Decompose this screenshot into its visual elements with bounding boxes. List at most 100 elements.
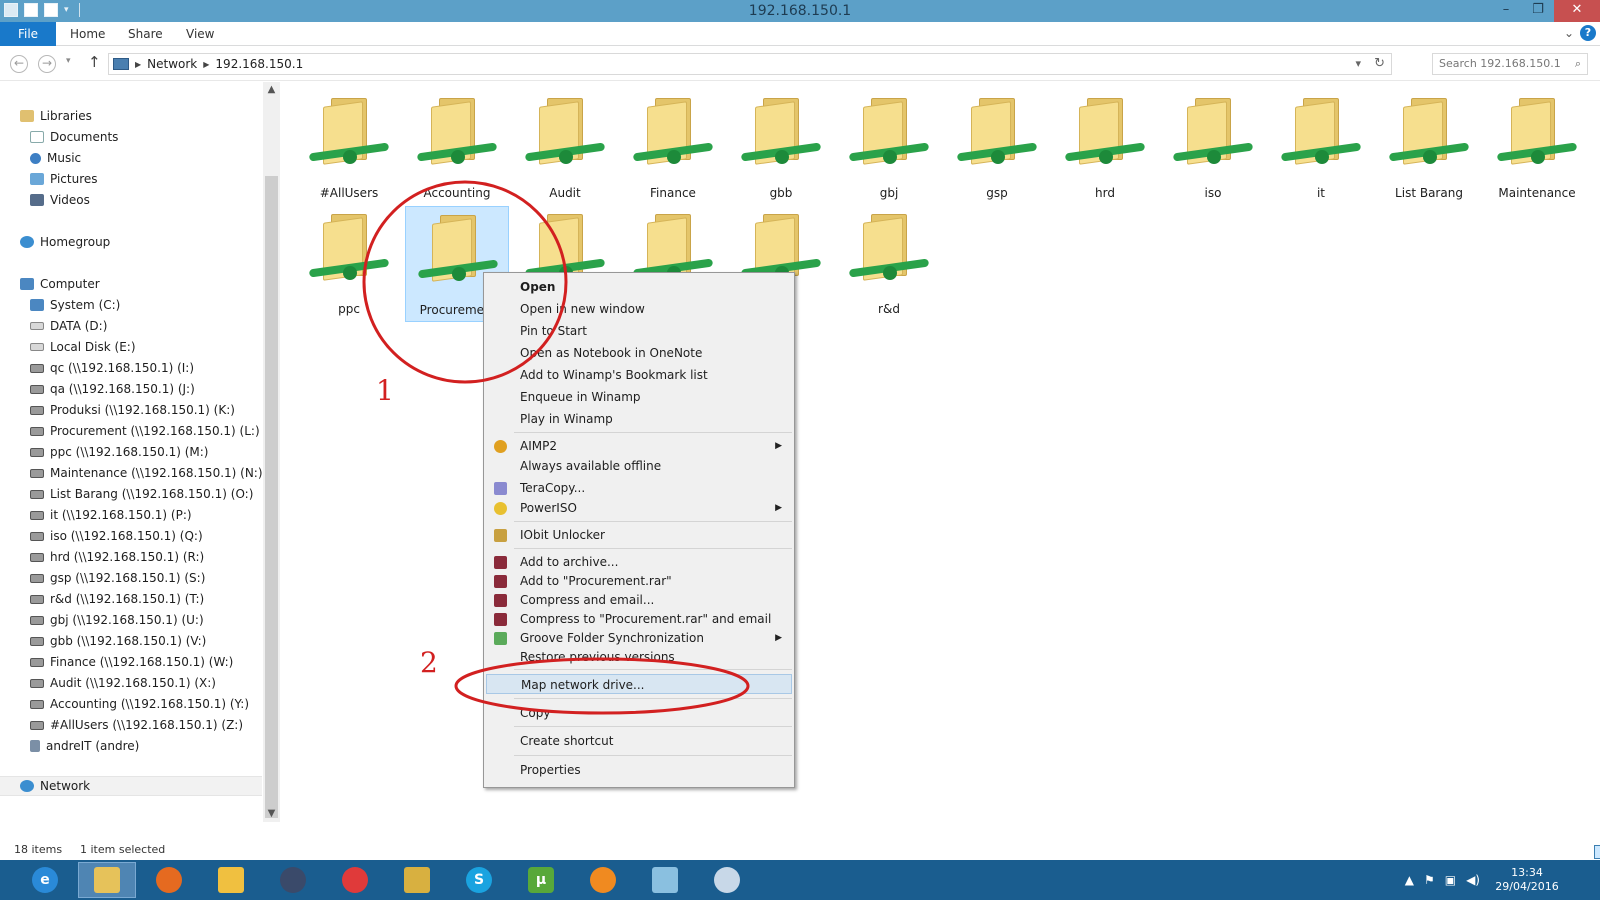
help-icon[interactable]: ? bbox=[1580, 25, 1596, 41]
folder-item[interactable]: #AllUsers bbox=[297, 90, 401, 206]
menu-item-compress-email[interactable]: Compress and email... bbox=[486, 590, 792, 610]
scrollbar-thumb[interactable] bbox=[265, 176, 278, 818]
sidebar-item-drive[interactable]: gbj (\\192.168.150.1) (U:) bbox=[30, 610, 204, 630]
sidebar-item-drive[interactable]: gbb (\\192.168.150.1) (V:) bbox=[30, 631, 206, 651]
folder-item[interactable]: gbj bbox=[837, 90, 941, 206]
menu-item-enqueue-winamp[interactable]: Enqueue in Winamp bbox=[486, 387, 792, 407]
refresh-icon[interactable]: ↻ bbox=[1374, 56, 1385, 71]
menu-item-add-rar[interactable]: Add to "Procurement.rar" bbox=[486, 571, 792, 591]
expand-ribbon-icon[interactable]: ⌄ bbox=[1564, 26, 1574, 40]
menu-item-pin-to-start[interactable]: Pin to Start bbox=[486, 321, 792, 341]
menu-item-aimp2[interactable]: AIMP2 ▶ bbox=[486, 436, 792, 456]
sidebar-item-user-folder[interactable]: andreIT (andre) bbox=[30, 736, 139, 756]
sidebar-item-drive[interactable]: DATA (D:) bbox=[30, 316, 107, 336]
sidebar-item-drive[interactable]: List Barang (\\192.168.150.1) (O:) bbox=[30, 484, 253, 504]
tab-file[interactable]: File bbox=[0, 22, 56, 46]
sidebar-item-libraries[interactable]: Libraries bbox=[20, 106, 92, 126]
sidebar-item-music[interactable]: Music bbox=[30, 148, 81, 168]
breadcrumb-network[interactable]: Network bbox=[147, 57, 197, 71]
sidebar-item-drive[interactable]: ppc (\\192.168.150.1) (M:) bbox=[30, 442, 208, 462]
recent-locations-icon[interactable]: ▾ bbox=[66, 56, 71, 66]
folder-item[interactable]: Maintenance bbox=[1485, 90, 1589, 206]
folder-item[interactable]: it bbox=[1269, 90, 1373, 206]
menu-item-iobit-unlocker[interactable]: IObit Unlocker bbox=[486, 525, 792, 545]
menu-item-winamp-bookmark[interactable]: Add to Winamp's Bookmark list bbox=[486, 365, 792, 385]
sidebar-item-drive[interactable]: it (\\192.168.150.1) (P:) bbox=[30, 505, 192, 525]
outlook-icon[interactable] bbox=[202, 862, 260, 898]
show-hidden-icons-icon[interactable]: ▲ bbox=[1405, 873, 1414, 887]
teracopy-icon[interactable] bbox=[388, 862, 446, 898]
sidebar-item-drive[interactable]: iso (\\192.168.150.1) (Q:) bbox=[30, 526, 203, 546]
network-status-icon[interactable]: ▣ bbox=[1445, 873, 1456, 887]
back-button[interactable]: ← bbox=[10, 55, 28, 73]
address-bar[interactable]: ▶ Network ▶ 192.168.150.1 ▾ ↻ bbox=[108, 53, 1392, 75]
sidebar-item-documents[interactable]: Documents bbox=[30, 127, 118, 147]
sidebar-item-drive[interactable]: r&d (\\192.168.150.1) (T:) bbox=[30, 589, 204, 609]
menu-item-open-new-window[interactable]: Open in new window bbox=[486, 299, 792, 319]
sidebar-item-drive[interactable]: Finance (\\192.168.150.1) (W:) bbox=[30, 652, 233, 672]
menu-item-open[interactable]: Open bbox=[486, 277, 792, 297]
sidebar-item-drive[interactable]: Maintenance (\\192.168.150.1) (N:) bbox=[30, 463, 263, 483]
menu-item-restore-versions[interactable]: Restore previous versions bbox=[486, 647, 792, 667]
action-center-flag-icon[interactable]: ⚑ bbox=[1424, 873, 1435, 887]
nero-icon[interactable] bbox=[574, 862, 632, 898]
menu-item-create-shortcut[interactable]: Create shortcut bbox=[486, 731, 792, 751]
paint-icon[interactable] bbox=[698, 862, 756, 898]
utorrent-icon[interactable]: μ bbox=[512, 862, 570, 898]
file-explorer-icon[interactable] bbox=[78, 862, 136, 898]
folder-item[interactable]: ppc bbox=[297, 206, 401, 322]
skype-icon[interactable]: S bbox=[450, 862, 508, 898]
menu-item-teracopy[interactable]: TeraCopy... bbox=[486, 478, 792, 498]
menu-item-offline[interactable]: Always available offline bbox=[486, 456, 792, 476]
menu-item-open-onenote[interactable]: Open as Notebook in OneNote bbox=[486, 343, 792, 363]
menu-item-copy[interactable]: Copy bbox=[486, 703, 792, 723]
sidebar-item-drive[interactable]: Accounting (\\192.168.150.1) (Y:) bbox=[30, 694, 249, 714]
sidebar-item-pictures[interactable]: Pictures bbox=[30, 169, 98, 189]
folder-item[interactable]: hrd bbox=[1053, 90, 1157, 206]
folder-item[interactable]: gbb bbox=[729, 90, 833, 206]
folder-item[interactable]: List Barang bbox=[1377, 90, 1481, 206]
tab-share[interactable]: Share bbox=[128, 22, 163, 46]
large-icons-view-icon[interactable] bbox=[1594, 845, 1600, 859]
menu-item-poweriso[interactable]: PowerISO ▶ bbox=[486, 498, 792, 518]
menu-item-properties[interactable]: Properties bbox=[486, 760, 792, 780]
scroll-down-icon[interactable]: ▼ bbox=[263, 808, 280, 819]
address-dropdown-icon[interactable]: ▾ bbox=[1355, 57, 1361, 70]
menu-item-map-network-drive[interactable]: Map network drive... bbox=[486, 674, 792, 694]
menu-item-compress-rar-email[interactable]: Compress to "Procurement.rar" and email bbox=[486, 609, 792, 629]
minimize-button[interactable]: – bbox=[1490, 0, 1522, 22]
breadcrumb-host[interactable]: 192.168.150.1 bbox=[215, 57, 303, 71]
sidebar-item-drive[interactable]: qa (\\192.168.150.1) (J:) bbox=[30, 379, 195, 399]
folder-item[interactable]: Audit bbox=[513, 90, 617, 206]
internet-explorer-icon[interactable]: e bbox=[16, 862, 74, 898]
tab-view[interactable]: View bbox=[186, 22, 214, 46]
sidebar-item-drive[interactable]: gsp (\\192.168.150.1) (S:) bbox=[30, 568, 205, 588]
sidebar-item-computer[interactable]: Computer bbox=[20, 274, 100, 294]
sidebar-item-drive[interactable]: #AllUsers (\\192.168.150.1) (Z:) bbox=[30, 715, 243, 735]
sidebar-scrollbar[interactable]: ▲ ▼ bbox=[263, 82, 280, 822]
sidebar-item-drive[interactable]: Local Disk (E:) bbox=[30, 337, 136, 357]
sidebar-item-drive[interactable]: Procurement (\\192.168.150.1) (L:) bbox=[30, 421, 260, 441]
clock[interactable]: 13:34 29/04/2016 bbox=[1492, 866, 1562, 894]
tab-home[interactable]: Home bbox=[70, 22, 105, 46]
winamp-icon[interactable] bbox=[264, 862, 322, 898]
sidebar-item-drive[interactable]: qc (\\192.168.150.1) (I:) bbox=[30, 358, 194, 378]
volume-icon[interactable]: ◀) bbox=[1466, 873, 1480, 887]
menu-item-groove-sync[interactable]: Groove Folder Synchronization ▶ bbox=[486, 628, 792, 648]
sidebar-item-drive[interactable]: hrd (\\192.168.150.1) (R:) bbox=[30, 547, 204, 567]
breadcrumb-chevron-icon[interactable]: ▶ bbox=[203, 60, 209, 69]
sidebar-item-homegroup[interactable]: Homegroup bbox=[20, 232, 110, 252]
folder-item[interactable]: iso bbox=[1161, 90, 1265, 206]
restore-button[interactable]: ❐ bbox=[1522, 0, 1554, 22]
folder-item[interactable]: gsp bbox=[945, 90, 1049, 206]
search-input[interactable]: Search 192.168.150.1 bbox=[1439, 57, 1561, 70]
firefox-icon[interactable] bbox=[140, 862, 198, 898]
forward-button[interactable]: → bbox=[38, 55, 56, 73]
up-button[interactable]: ↑ bbox=[88, 53, 101, 71]
sidebar-item-drive[interactable]: Produksi (\\192.168.150.1) (K:) bbox=[30, 400, 235, 420]
sidebar-item-drive[interactable]: System (C:) bbox=[30, 295, 120, 315]
breadcrumb-chevron-icon[interactable]: ▶ bbox=[135, 60, 141, 69]
search-box[interactable]: Search 192.168.150.1 ⌕ bbox=[1432, 53, 1588, 75]
folder-item[interactable]: Accounting bbox=[405, 90, 509, 206]
sidebar-item-drive[interactable]: Audit (\\192.168.150.1) (X:) bbox=[30, 673, 216, 693]
